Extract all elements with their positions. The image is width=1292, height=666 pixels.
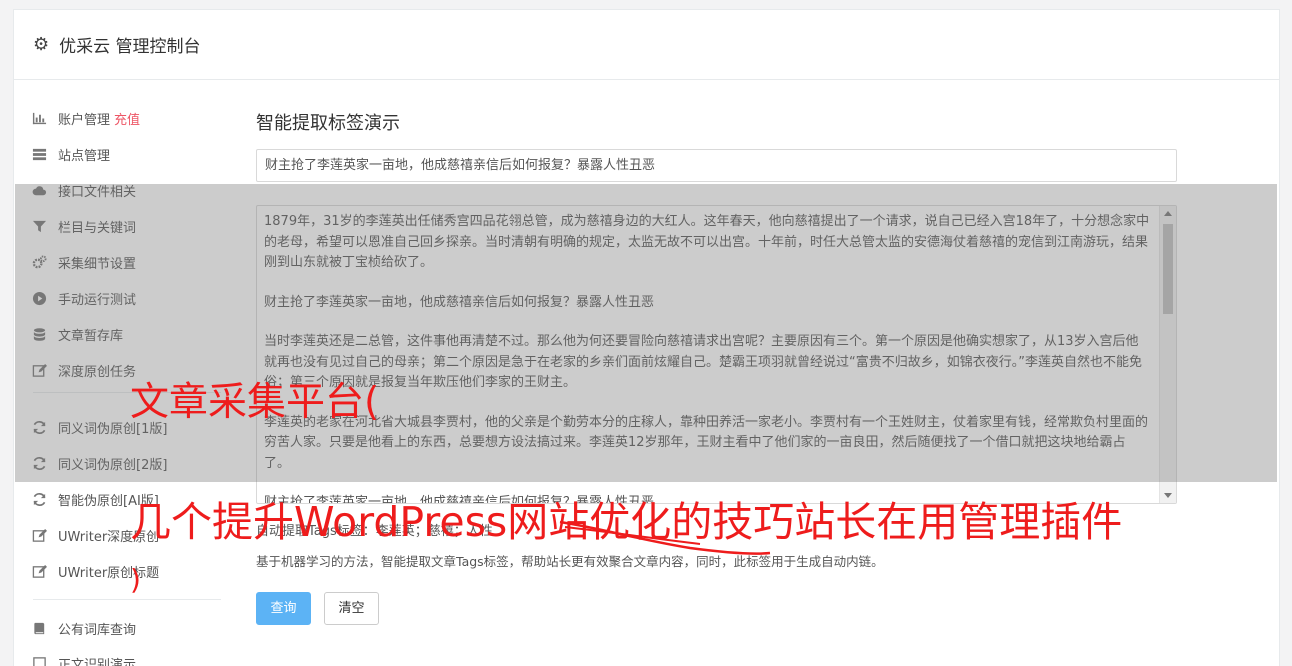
title-input[interactable]: 财主抢了李莲英家一亩地，他成慈禧亲信后如何报复？暴露人性丑恶 — [256, 149, 1177, 182]
book-icon — [30, 619, 48, 637]
sidebar-item-label: UWriter原创标题 — [58, 565, 160, 581]
help-description: 基于机器学习的方法，智能提取文章Tags标签，帮助站长更有效聚合文章内容，同时，… — [256, 554, 884, 569]
sidebar-item-body-recognition[interactable]: 正文识别演示 — [30, 651, 136, 666]
query-button[interactable]: 查询 — [256, 592, 311, 625]
watermark-text: 文章采集平台( — [130, 380, 380, 425]
edit-icon — [30, 526, 48, 544]
gray-overlay — [15, 184, 1277, 482]
recharge-link[interactable]: 充值 — [114, 109, 140, 128]
edit-icon — [30, 562, 48, 580]
sidebar-item-label: 正文识别演示 — [58, 657, 137, 666]
panel-header: ⚙ 优采云 管理控制台 — [14, 10, 1279, 80]
sidebar-item-label: 站点管理 — [58, 148, 111, 164]
sidebar-item-public-lexicon[interactable]: 公有词库查询 — [30, 616, 136, 640]
refresh-icon — [30, 490, 48, 508]
page-title: 优采云 管理控制台 — [59, 37, 201, 57]
watermark-text: 几个提升WordPress网站优化的技巧站长在用管理插件 — [130, 498, 1123, 546]
clear-button[interactable]: 清空 — [324, 592, 379, 625]
main-content: 智能提取标签演示 财主抢了李莲英家一亩地，他成慈禧亲信后如何报复？暴露人性丑恶 … — [256, 108, 1177, 625]
bar-chart-icon — [30, 109, 48, 127]
watermark-text: ) — [130, 563, 141, 596]
sidebar-divider — [33, 599, 221, 600]
sidebar-item-sites[interactable]: 站点管理 — [30, 142, 110, 166]
gear-icon: ⚙ — [33, 33, 50, 55]
section-heading: 智能提取标签演示 — [256, 113, 400, 134]
sidebar-item-label: 账户管理 — [58, 112, 111, 128]
server-icon — [30, 145, 48, 163]
sidebar-item-account[interactable]: 账户管理 充值 — [30, 106, 140, 130]
scroll-down-icon[interactable] — [1164, 493, 1172, 498]
sidebar-item-label: 公有词库查询 — [58, 622, 137, 638]
square-icon — [30, 654, 48, 666]
